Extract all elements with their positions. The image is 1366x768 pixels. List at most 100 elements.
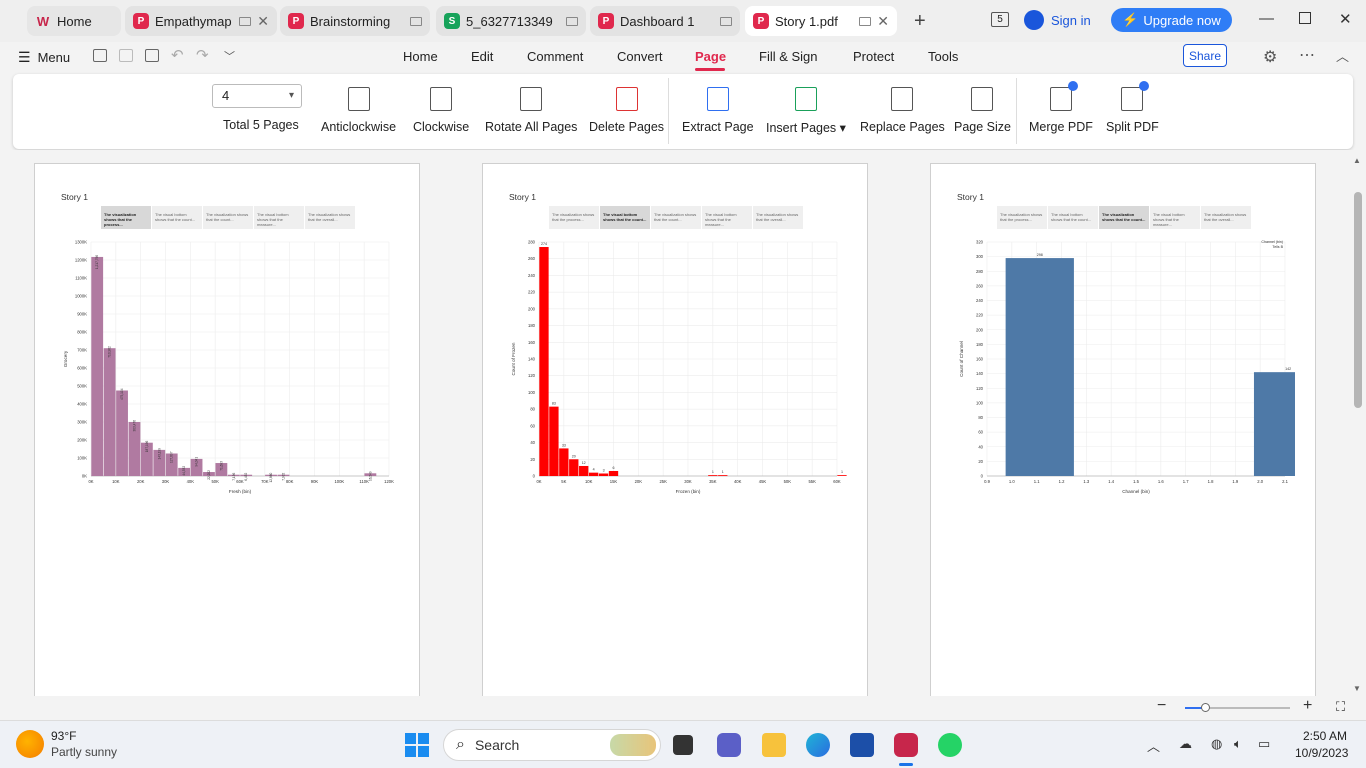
- task-view-icon[interactable]: [673, 735, 693, 755]
- weather-icon[interactable]: [16, 730, 44, 758]
- story-tab[interactable]: The visual bottom shows that the count..…: [152, 206, 202, 229]
- show-hidden-icons[interactable]: ︿: [1147, 736, 1160, 755]
- sign-in-button[interactable]: Sign in: [1024, 10, 1091, 30]
- y-tick-label: 140: [528, 357, 536, 362]
- pdf-page-3[interactable]: Story 1 The visualization shows that the…: [930, 163, 1316, 696]
- y-tick-label: 600K: [77, 366, 87, 371]
- document-view[interactable]: Story 1 The visualization shows that the…: [0, 150, 1366, 696]
- y-tick-label: 100: [528, 390, 536, 395]
- page-size-button[interactable]: Page Size: [954, 87, 1011, 134]
- print-icon[interactable]: [145, 49, 159, 62]
- upgrade-button[interactable]: ⚡ Upgrade now: [1111, 8, 1232, 32]
- close-window-button[interactable]: ✕: [1339, 10, 1352, 28]
- windows-start-icon[interactable]: [405, 733, 429, 757]
- weather-desc[interactable]: Partly sunny: [51, 745, 117, 759]
- collapse-ribbon-icon[interactable]: ︿: [1336, 46, 1349, 65]
- menu-page[interactable]: Page: [695, 49, 726, 64]
- menu-tools[interactable]: Tools: [928, 49, 958, 64]
- split-pdf-button[interactable]: Split PDF: [1106, 81, 1159, 134]
- scroll-up-icon[interactable]: ▲: [1353, 156, 1361, 165]
- delete-pages-button[interactable]: Delete Pages: [589, 87, 664, 134]
- y-tick-label: 800K: [77, 330, 87, 335]
- menu-home[interactable]: Home: [403, 49, 438, 64]
- share-button[interactable]: Share: [1183, 44, 1227, 67]
- menu-protect[interactable]: Protect: [853, 49, 894, 64]
- menu-fill-sign[interactable]: Fill & Sign: [759, 49, 818, 64]
- open-folder-icon[interactable]: [93, 49, 107, 62]
- more-icon[interactable]: ⋯: [1299, 45, 1315, 65]
- close-icon[interactable]: ✕: [257, 13, 269, 30]
- story-tab[interactable]: The visual bottom shows that the count..…: [1048, 206, 1098, 229]
- y-tick-label: 20: [530, 457, 535, 462]
- story-tab[interactable]: The visual bottom shows that the count..…: [600, 206, 650, 229]
- fullscreen-icon[interactable]: ⛶: [1336, 699, 1345, 715]
- story-tab[interactable]: The visualization shows that the overall…: [1201, 206, 1251, 229]
- story-tab[interactable]: The visualization shows that the count..…: [651, 206, 701, 229]
- save-icon[interactable]: [119, 49, 133, 62]
- language-globe-icon[interactable]: ◍: [1211, 736, 1222, 752]
- merge-pdf-button[interactable]: Merge PDF: [1029, 81, 1093, 134]
- story-tab[interactable]: The visual bottom shows that the measure…: [1150, 206, 1200, 229]
- menu-edit[interactable]: Edit: [471, 49, 493, 64]
- extract-page-button[interactable]: Extract Page: [682, 87, 754, 134]
- settings-icon[interactable]: ⚙: [1263, 47, 1277, 67]
- histogram-bar: [116, 390, 128, 476]
- file-explorer-icon[interactable]: [762, 733, 786, 757]
- minimize-button[interactable]: —: [1259, 10, 1274, 27]
- clockwise-button[interactable]: Clockwise: [413, 87, 469, 134]
- story-tab[interactable]: The visualization shows that the count..…: [203, 206, 253, 229]
- bar-data-label: 20: [572, 454, 576, 458]
- story-tab[interactable]: The visualization shows that the overall…: [305, 206, 355, 229]
- story-tab[interactable]: The visualization shows that the overall…: [753, 206, 803, 229]
- tab-dashboard[interactable]: P Dashboard 1: [590, 6, 740, 36]
- menu-button[interactable]: ☰ Menu: [18, 49, 70, 66]
- edge-browser-icon[interactable]: [806, 733, 830, 757]
- vertical-scrollbar-thumb[interactable]: [1354, 192, 1362, 408]
- story-tabs: The visualization shows that the process…: [549, 206, 804, 229]
- tab-spreadsheet[interactable]: S 5_6327713349: [436, 6, 586, 36]
- rotate-all-pages-button[interactable]: Rotate All Pages: [485, 87, 577, 134]
- weather-temp[interactable]: 93°F: [51, 729, 76, 743]
- new-tab-button[interactable]: +: [914, 10, 926, 33]
- scroll-down-icon[interactable]: ▼: [1353, 684, 1361, 693]
- pdf-page-2[interactable]: Story 1 The visualization shows that the…: [482, 163, 868, 696]
- microsoft-store-icon[interactable]: [850, 733, 874, 757]
- story-tab[interactable]: The visualization shows that the process…: [997, 206, 1047, 229]
- zoom-in-icon[interactable]: +: [1303, 697, 1312, 715]
- tab-brainstorming[interactable]: P Brainstorming: [280, 6, 430, 36]
- taskbar-search-input[interactable]: ⌕ Search: [443, 729, 661, 761]
- menu-convert[interactable]: Convert: [617, 49, 663, 64]
- histogram-bar: [598, 473, 609, 476]
- whatsapp-icon[interactable]: [938, 733, 962, 757]
- insert-pages-button[interactable]: Insert Pages ▾: [766, 87, 846, 135]
- zoom-slider[interactable]: [1185, 703, 1290, 712]
- story-tab[interactable]: The visualization shows that the process…: [549, 206, 599, 229]
- replace-pages-button[interactable]: Replace Pages: [860, 87, 945, 134]
- undo-icon[interactable]: ↶: [171, 46, 184, 64]
- pdf-page-1[interactable]: Story 1 The visualization shows that the…: [34, 163, 420, 696]
- speaker-icon[interactable]: 🔈︎: [1234, 736, 1242, 752]
- story-tab[interactable]: The visualization shows that the process…: [101, 206, 151, 229]
- redo-icon[interactable]: ↷: [196, 46, 209, 64]
- story-tab[interactable]: The visual bottom shows that the measure…: [702, 206, 752, 229]
- story-tab[interactable]: The visualization shows that the count..…: [1099, 206, 1149, 229]
- menu-comment[interactable]: Comment: [527, 49, 583, 64]
- clock-date[interactable]: 10/9/2023: [1295, 746, 1348, 760]
- story-tab[interactable]: The visual bottom shows that the measure…: [254, 206, 304, 229]
- battery-icon[interactable]: ▭: [1258, 736, 1270, 752]
- clock-time[interactable]: 2:50 AM: [1303, 729, 1347, 743]
- wps-office-icon[interactable]: [894, 733, 918, 757]
- teams-icon[interactable]: [717, 733, 741, 757]
- chevron-down-icon[interactable]: ﹀: [224, 48, 235, 64]
- anticlockwise-button[interactable]: Anticlockwise: [321, 87, 396, 134]
- tab-count-badge[interactable]: 5: [991, 12, 1009, 27]
- tab-home[interactable]: W Home: [27, 6, 121, 36]
- maximize-button[interactable]: [1299, 12, 1311, 24]
- zoom-slider-knob[interactable]: [1201, 703, 1210, 712]
- zoom-out-icon[interactable]: −: [1157, 697, 1166, 715]
- cloud-offline-icon[interactable]: ☁: [1179, 736, 1192, 752]
- tab-empathymap[interactable]: P Empathymap ✕: [125, 6, 277, 36]
- close-icon[interactable]: ✕: [877, 13, 889, 30]
- page-number-select[interactable]: 4 ▾: [212, 84, 302, 108]
- tab-story1[interactable]: P Story 1.pdf ✕: [745, 6, 897, 36]
